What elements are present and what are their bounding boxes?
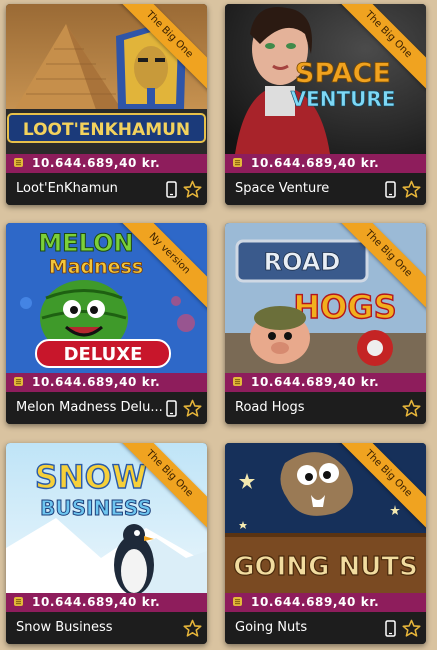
jackpot-bar: 10.644.689,40 kr. <box>225 593 426 612</box>
star-icon[interactable] <box>402 619 421 638</box>
game-card-space-venture[interactable]: SPACE VENTURE The Big One 10.644.689,40 … <box>225 4 426 205</box>
game-title[interactable]: Space Venture <box>235 173 383 205</box>
game-title[interactable]: Loot'EnKhamun <box>16 173 164 205</box>
star-icon[interactable] <box>183 180 202 199</box>
ribbon-label: The Big One <box>117 443 207 532</box>
card-footer: Road Hogs <box>225 392 426 424</box>
coin-icon <box>14 377 23 386</box>
ribbon-label: Ny version <box>117 223 207 312</box>
mobile-icon <box>166 400 177 417</box>
card-footer: Melon Madness Delu... <box>6 392 207 424</box>
game-logo-top: ROAD <box>264 248 341 276</box>
jackpot-amount: 10.644.689,40 kr. <box>32 375 161 389</box>
card-footer: Loot'EnKhamun <box>6 173 207 205</box>
game-logo-text: LOOT'ENKHAMUN <box>23 120 190 140</box>
game-title[interactable]: Road Hogs <box>235 392 383 424</box>
ribbon-label: The Big One <box>336 443 426 532</box>
jackpot-amount: 10.644.689,40 kr. <box>251 595 380 609</box>
mobile-icon <box>385 620 396 637</box>
game-card-going-nuts[interactable]: GOING NUTS The Big One 10.644.689,40 kr.… <box>225 443 426 644</box>
ribbon-badge: The Big One <box>336 443 426 533</box>
game-title[interactable]: Snow Business <box>16 612 164 644</box>
jackpot-bar: 10.644.689,40 kr. <box>6 373 207 392</box>
coin-icon <box>14 158 23 167</box>
coin-icon <box>14 597 23 606</box>
jackpot-amount: 10.644.689,40 kr. <box>32 156 161 170</box>
ribbon-badge: The Big One <box>117 443 207 533</box>
coin-icon <box>233 597 242 606</box>
ribbon-label: The Big One <box>117 4 207 93</box>
card-footer: Snow Business <box>6 612 207 644</box>
game-logo-bottom: DELUXE <box>64 344 143 365</box>
card-footer: Going Nuts <box>225 612 426 644</box>
star-icon[interactable] <box>402 180 421 199</box>
jackpot-bar: 10.644.689,40 kr. <box>225 154 426 173</box>
jackpot-amount: 10.644.689,40 kr. <box>32 595 161 609</box>
coin-icon <box>233 377 242 386</box>
ribbon-label: The Big One <box>336 223 426 312</box>
card-footer: Space Venture <box>225 173 426 205</box>
ribbon-label: The Big One <box>336 4 426 93</box>
ribbon-badge: The Big One <box>336 223 426 313</box>
star-icon[interactable] <box>402 399 421 418</box>
ribbon-badge: The Big One <box>117 4 207 94</box>
star-icon[interactable] <box>183 399 202 418</box>
star-icon[interactable] <box>183 619 202 638</box>
coin-icon <box>233 158 242 167</box>
game-card-road-hogs[interactable]: ROAD HOGS The Big One 10.644.689,40 kr. … <box>225 223 426 424</box>
ribbon-badge: The Big One <box>336 4 426 94</box>
game-card-lootenkhamun[interactable]: LOOT'ENKHAMUN The Big One 10.644.689,40 … <box>6 4 207 205</box>
jackpot-amount: 10.644.689,40 kr. <box>251 375 380 389</box>
mobile-icon <box>166 181 177 198</box>
game-title[interactable]: Melon Madness Delu... <box>16 392 164 424</box>
game-card-snow-business[interactable]: SNOW BUSINESS The Big One 10.644.689,40 … <box>6 443 207 644</box>
jackpot-amount: 10.644.689,40 kr. <box>251 156 380 170</box>
ribbon-badge: Ny version <box>117 223 207 313</box>
jackpot-bar: 10.644.689,40 kr. <box>6 154 207 173</box>
game-grid: LOOT'ENKHAMUN The Big One 10.644.689,40 … <box>0 0 437 650</box>
jackpot-bar: 10.644.689,40 kr. <box>225 373 426 392</box>
jackpot-bar: 10.644.689,40 kr. <box>6 593 207 612</box>
game-title[interactable]: Going Nuts <box>235 612 383 644</box>
mobile-icon <box>385 181 396 198</box>
game-card-melon-madness[interactable]: MELON Madness DELUXE Ny version 10.644.6… <box>6 223 207 424</box>
game-logo-text: GOING NUTS <box>233 552 418 582</box>
